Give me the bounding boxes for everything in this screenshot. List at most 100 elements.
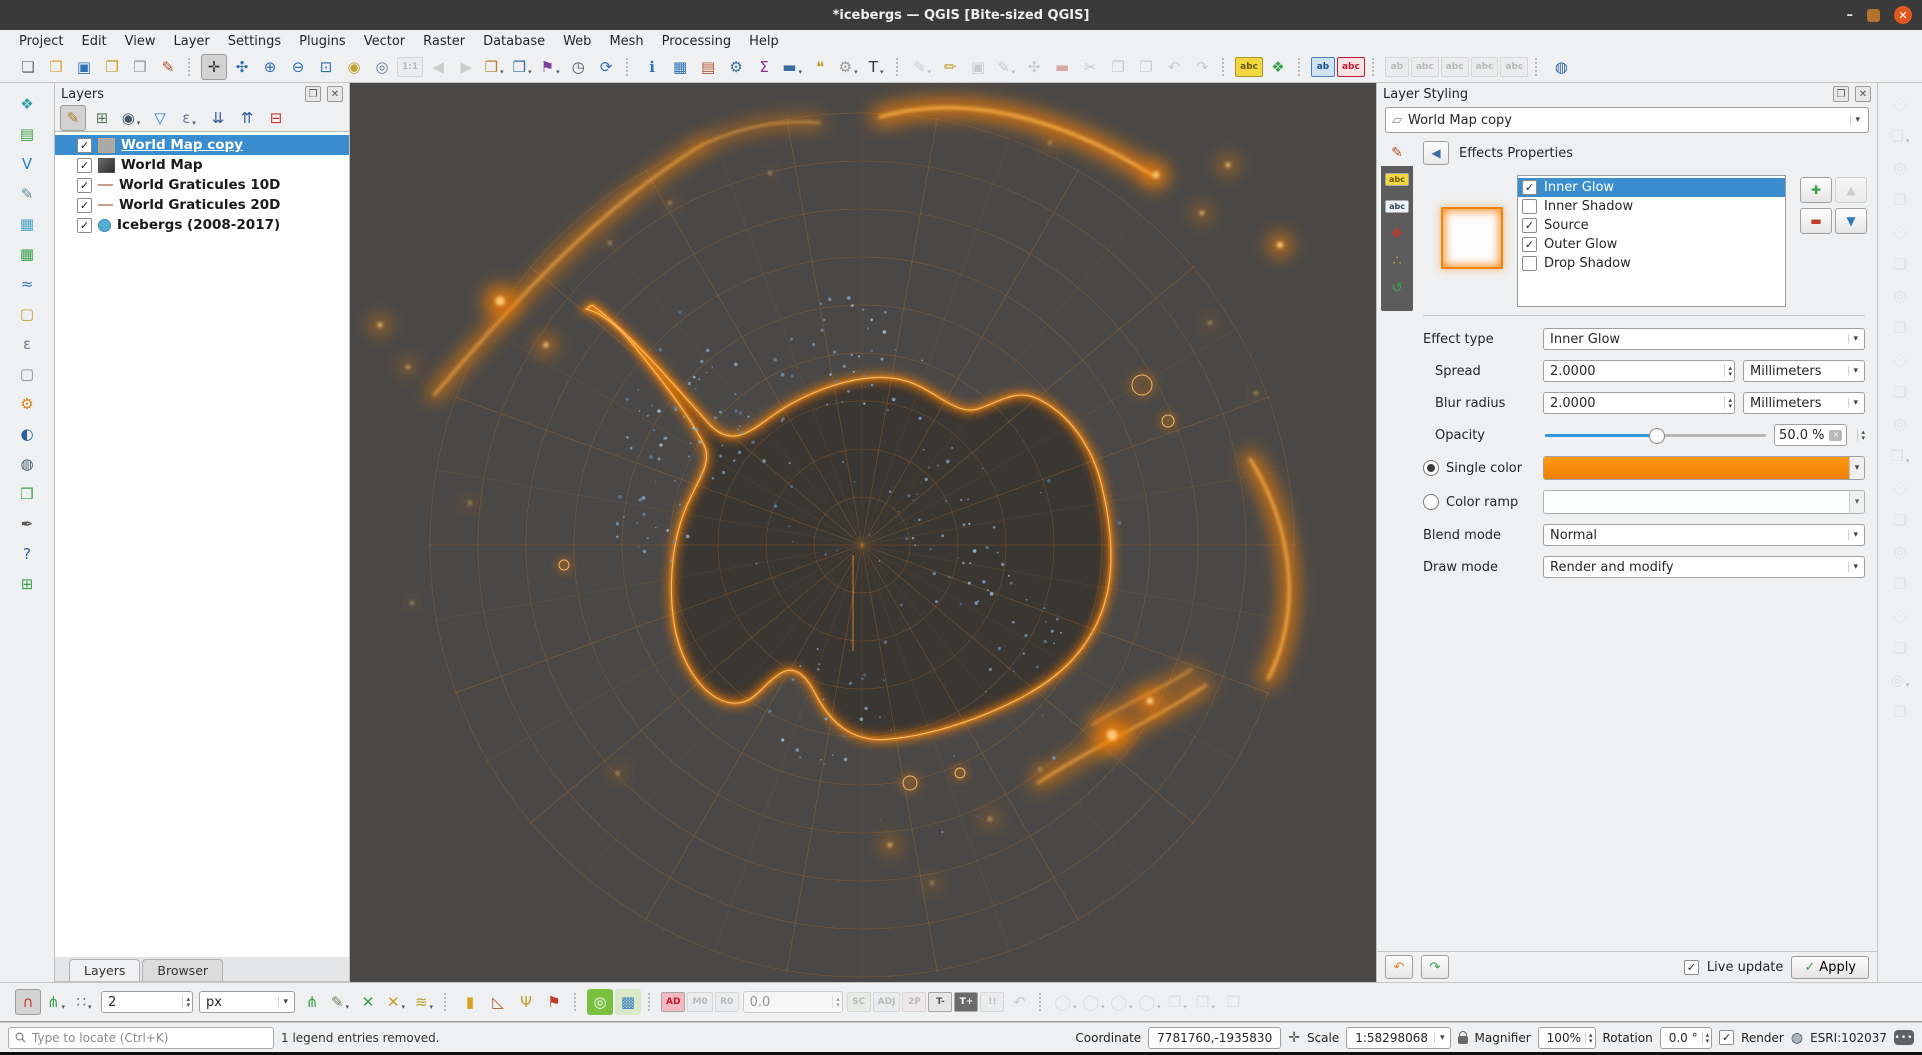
layer-visibility-checkbox[interactable]: ✓: [77, 177, 92, 193]
lock-icon[interactable]: [1457, 1030, 1468, 1044]
save-project[interactable]: ▣: [71, 54, 97, 80]
layer-visibility-checkbox[interactable]: ✓: [77, 137, 92, 153]
open-project[interactable]: ❒: [43, 54, 69, 80]
menu-mesh[interactable]: Mesh: [600, 32, 652, 51]
zoom-to-layer[interactable]: ◎: [369, 54, 395, 80]
tab-diagrams[interactable]: ∴: [1381, 247, 1413, 274]
back-button[interactable]: ◀: [1423, 141, 1449, 165]
cad-t-plus[interactable]: T+: [954, 992, 979, 1012]
layer-visibility-checkbox[interactable]: ✓: [77, 217, 92, 233]
menu-view[interactable]: View: [116, 32, 165, 51]
menu-processing[interactable]: Processing: [653, 32, 740, 51]
add-effect-button[interactable]: ✚: [1800, 177, 1832, 203]
layer-item[interactable]: ✓ World Map copy: [55, 135, 349, 155]
measure[interactable]: ▬ ▾: [779, 54, 805, 80]
new-3d-map-view[interactable]: ❒ ▾: [509, 54, 535, 80]
layer-diagram-options[interactable]: ❖: [1265, 54, 1291, 80]
remove-layer[interactable]: ⊟: [263, 105, 289, 131]
snapping-on-intersection[interactable]: ✕: [355, 989, 381, 1015]
select-by-expression[interactable]: ε: [14, 331, 40, 357]
tab-symbology[interactable]: ✎: [1381, 139, 1413, 166]
osm-toolbox[interactable]: ⚙: [14, 391, 40, 417]
effect-checkbox[interactable]: [1522, 256, 1537, 271]
tab-labels[interactable]: abc: [1381, 166, 1413, 193]
zoom-to-selection[interactable]: ◉: [341, 54, 367, 80]
layer-selector[interactable]: ▱ World Map copy ▾: [1385, 107, 1869, 133]
tab-browser[interactable]: Browser: [142, 959, 224, 981]
cad-enable[interactable]: AD: [661, 992, 686, 1012]
move-effect-down-button[interactable]: ▼: [1835, 208, 1867, 234]
color-ramp-swatch[interactable]: ▾: [1543, 490, 1865, 514]
data-source-manager[interactable]: ❖: [14, 91, 40, 117]
elevation-profile[interactable]: ≈: [14, 271, 40, 297]
annotation-pen[interactable]: ✒: [14, 511, 40, 537]
messages-button[interactable]: •••: [1894, 1030, 1914, 1045]
spinner-arrows[interactable]: ▴ ▾: [1724, 365, 1732, 378]
map-tips[interactable]: ❝: [807, 54, 833, 80]
metasearch[interactable]: ◍: [1548, 54, 1574, 80]
minimize-button[interactable]: –: [1847, 8, 1854, 23]
highlight-pinned-labels[interactable]: abc: [1336, 57, 1365, 77]
new-shapefile-layer[interactable]: ⊞: [14, 571, 40, 597]
add-group[interactable]: ⊞: [89, 105, 115, 131]
close-panel-icon[interactable]: ✕: [1855, 86, 1871, 102]
single-color-radio[interactable]: [1423, 460, 1439, 476]
tab-callouts[interactable]: abc: [1381, 193, 1413, 220]
text-annotation[interactable]: T ▾: [863, 54, 889, 80]
new-print-layout[interactable]: ❐: [99, 54, 125, 80]
layer-item[interactable]: ✓ Icebergs (2008-2017): [55, 215, 349, 235]
opacity-value[interactable]: 50.0 % ✕: [1774, 424, 1848, 446]
help-contents[interactable]: ?: [14, 541, 40, 567]
tab-layers[interactable]: Layers: [69, 959, 141, 981]
spinner-arrows[interactable]: ▴ ▾: [1701, 1031, 1709, 1044]
effect-item[interactable]: Inner Shadow: [1518, 197, 1785, 216]
draw-mode-select[interactable]: Render and modify ▾: [1543, 556, 1865, 578]
filter-by-expression[interactable]: ε ▾: [176, 105, 202, 131]
statistical-summary[interactable]: ▤: [695, 54, 721, 80]
layer-item[interactable]: ✓ World Map: [55, 155, 349, 175]
scale-select[interactable]: 1:58298068 ▾: [1346, 1026, 1451, 1049]
gps-tracking[interactable]: Ψ: [513, 989, 539, 1015]
menu-web[interactable]: Web: [554, 32, 600, 51]
float-panel-icon[interactable]: ❐: [305, 86, 321, 102]
spread-input[interactable]: 2.0000 ▴ ▾: [1543, 360, 1735, 382]
snapping-unit[interactable]: px ▾: [199, 991, 295, 1013]
manage-map-themes[interactable]: ◉ ▾: [118, 105, 144, 131]
layer-item[interactable]: ✓ World Graticules 20D: [55, 195, 349, 215]
render-checkbox[interactable]: ✓: [1719, 1030, 1735, 1045]
show-layout-manager[interactable]: ❒: [127, 54, 153, 80]
temporal-controller[interactable]: ◷: [565, 54, 591, 80]
annotation-settings[interactable]: ⚙ ▾: [835, 54, 861, 80]
layer-visibility-checkbox[interactable]: ✓: [77, 157, 92, 173]
tab-history[interactable]: ↺: [1381, 274, 1413, 301]
clear-icon[interactable]: ✕: [1829, 429, 1843, 441]
undo-style-button[interactable]: ↶: [1385, 955, 1413, 979]
effect-checkbox[interactable]: ✓: [1522, 180, 1537, 195]
effect-checkbox[interactable]: ✓: [1522, 218, 1537, 233]
menu-settings[interactable]: Settings: [219, 32, 290, 51]
new-map-view[interactable]: ❒ ▾: [481, 54, 507, 80]
menu-layer[interactable]: Layer: [165, 32, 219, 51]
menu-help[interactable]: Help: [740, 32, 788, 51]
single-color-swatch[interactable]: ▾: [1543, 456, 1865, 480]
spinner-arrows[interactable]: ▴ ▾: [1724, 397, 1732, 410]
effect-item[interactable]: ✓ Outer Glow: [1518, 235, 1785, 254]
refresh-map[interactable]: ⟳: [593, 54, 619, 80]
osm-edit[interactable]: ▩: [615, 989, 641, 1015]
self-snapping[interactable]: ✕ ▾: [383, 989, 409, 1015]
layer-visibility-checkbox[interactable]: ✓: [77, 197, 92, 213]
filter-legend[interactable]: ▽: [147, 105, 173, 131]
layer-item[interactable]: ✓ World Graticules 10D: [55, 175, 349, 195]
close-panel-icon[interactable]: ✕: [327, 86, 343, 102]
blur-unit-select[interactable]: Millimeters ▾: [1743, 392, 1865, 414]
check-geometries[interactable]: ⚑: [541, 989, 567, 1015]
nominatim-search[interactable]: ◎: [587, 989, 613, 1015]
world-map-tool[interactable]: ◍: [14, 451, 40, 477]
rotation-input[interactable]: 0.0 ° ▴ ▾: [1659, 1026, 1713, 1049]
toggle-editing[interactable]: ✏: [937, 54, 963, 80]
remove-effect-button[interactable]: ▬: [1800, 208, 1832, 234]
pan-map-to-selection[interactable]: ✣: [229, 54, 255, 80]
effect-item[interactable]: ✓ Source: [1518, 216, 1785, 235]
menu-plugins[interactable]: Plugins: [290, 32, 355, 51]
processing-toolbox[interactable]: ⚙: [723, 54, 749, 80]
